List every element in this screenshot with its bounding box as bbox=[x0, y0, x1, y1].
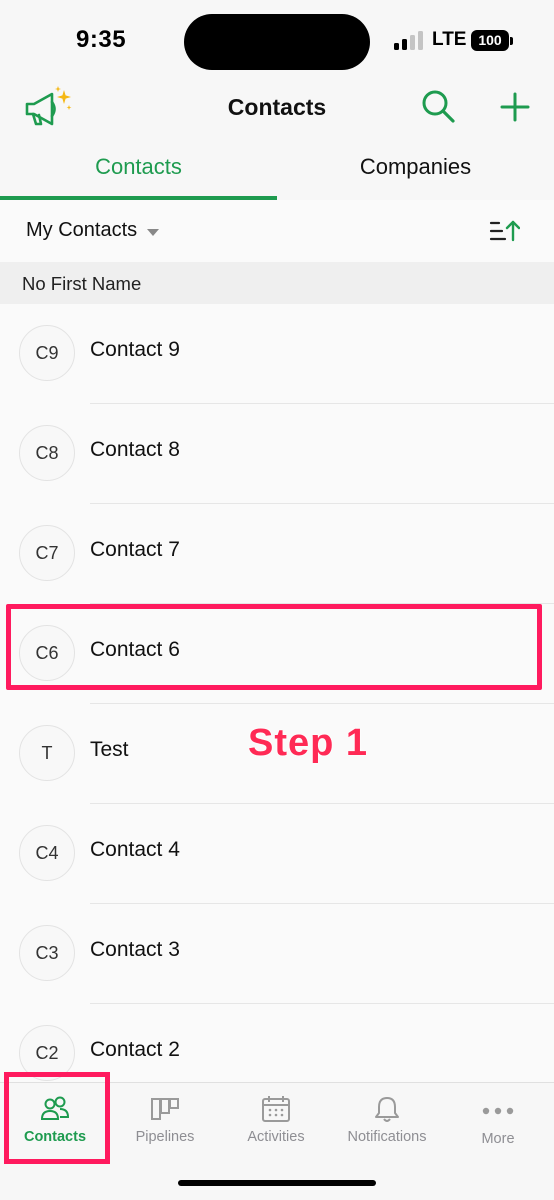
nav-label: Notifications bbox=[347, 1129, 427, 1145]
sort-ascending-icon[interactable] bbox=[488, 218, 521, 244]
contact-name: Contact 8 bbox=[90, 438, 180, 461]
status-time: 9:35 bbox=[76, 26, 127, 53]
contact-name: Contact 3 bbox=[90, 938, 180, 961]
pipelines-icon bbox=[151, 1098, 179, 1120]
megaphone-sparkle-icon[interactable] bbox=[22, 86, 74, 130]
filter-row: My Contacts bbox=[0, 200, 554, 262]
page-title: Contacts bbox=[227, 94, 327, 120]
list-item[interactable]: C4 Contact 4 bbox=[0, 804, 554, 904]
home-indicator bbox=[178, 1180, 376, 1186]
list-item[interactable]: C8 Contact 8 bbox=[0, 404, 554, 504]
contact-list[interactable]: C9 Contact 9 C8 Contact 8 C7 Contact 7 C… bbox=[0, 304, 554, 1082]
chevron-down-icon bbox=[147, 228, 160, 236]
tab-companies[interactable]: Companies bbox=[277, 138, 554, 200]
nav-item-contacts[interactable]: Contacts bbox=[0, 1095, 110, 1165]
nav-label: Activities bbox=[247, 1129, 305, 1145]
contact-name: Contact 7 bbox=[90, 538, 180, 561]
contact-name: Contact 9 bbox=[90, 338, 180, 361]
avatar: C9 bbox=[19, 325, 75, 381]
app-header: Contacts bbox=[0, 82, 554, 138]
more-dots-icon bbox=[482, 1107, 514, 1115]
avatar: C8 bbox=[19, 425, 75, 481]
tab-contacts[interactable]: Contacts bbox=[0, 138, 277, 200]
avatar: C4 bbox=[19, 825, 75, 881]
list-item[interactable]: C7 Contact 7 bbox=[0, 504, 554, 604]
contacts-icon bbox=[40, 1096, 70, 1120]
calendar-icon bbox=[262, 1096, 290, 1122]
battery-nub bbox=[510, 37, 513, 45]
avatar: C7 bbox=[19, 525, 75, 581]
contact-name: Contact 6 bbox=[90, 638, 180, 661]
battery-icon: 100 bbox=[471, 30, 509, 51]
list-item[interactable]: T Test bbox=[0, 704, 554, 804]
bell-icon bbox=[375, 1097, 399, 1122]
avatar: C6 bbox=[19, 625, 75, 681]
nav-label: Pipelines bbox=[135, 1129, 195, 1145]
avatar: C2 bbox=[19, 1025, 75, 1081]
contact-name: Contact 2 bbox=[90, 1038, 180, 1061]
list-item[interactable]: C6 Contact 6 bbox=[0, 604, 554, 704]
contact-name: Test bbox=[90, 738, 129, 761]
avatar: C3 bbox=[19, 925, 75, 981]
network-type: LTE bbox=[432, 29, 467, 50]
section-header-label: No First Name bbox=[22, 273, 142, 294]
tab-bar: Contacts Companies bbox=[0, 138, 554, 200]
contact-name: Contact 4 bbox=[90, 838, 180, 861]
nav-item-more[interactable]: More bbox=[443, 1095, 553, 1165]
nav-label: More bbox=[481, 1131, 515, 1147]
filter-selected-label: My Contacts bbox=[26, 219, 138, 241]
plus-icon[interactable] bbox=[498, 90, 532, 124]
nav-item-notifications[interactable]: Notifications bbox=[332, 1095, 442, 1165]
avatar: T bbox=[19, 725, 75, 781]
list-item[interactable]: C2 Contact 2 bbox=[0, 1004, 554, 1082]
cellular-signal-icon bbox=[394, 30, 424, 50]
list-item[interactable]: C3 Contact 3 bbox=[0, 904, 554, 1004]
status-bar: 9:35 LTE 100 bbox=[0, 0, 554, 82]
dynamic-island bbox=[184, 14, 370, 70]
section-header: No First Name bbox=[0, 262, 554, 304]
nav-item-activities[interactable]: Activities bbox=[221, 1095, 331, 1165]
search-icon[interactable] bbox=[420, 88, 456, 124]
nav-item-pipelines[interactable]: Pipelines bbox=[110, 1095, 220, 1165]
nav-label: Contacts bbox=[23, 1129, 87, 1145]
contacts-filter-dropdown[interactable]: My Contacts bbox=[26, 219, 160, 242]
list-item[interactable]: C9 Contact 9 bbox=[0, 304, 554, 404]
